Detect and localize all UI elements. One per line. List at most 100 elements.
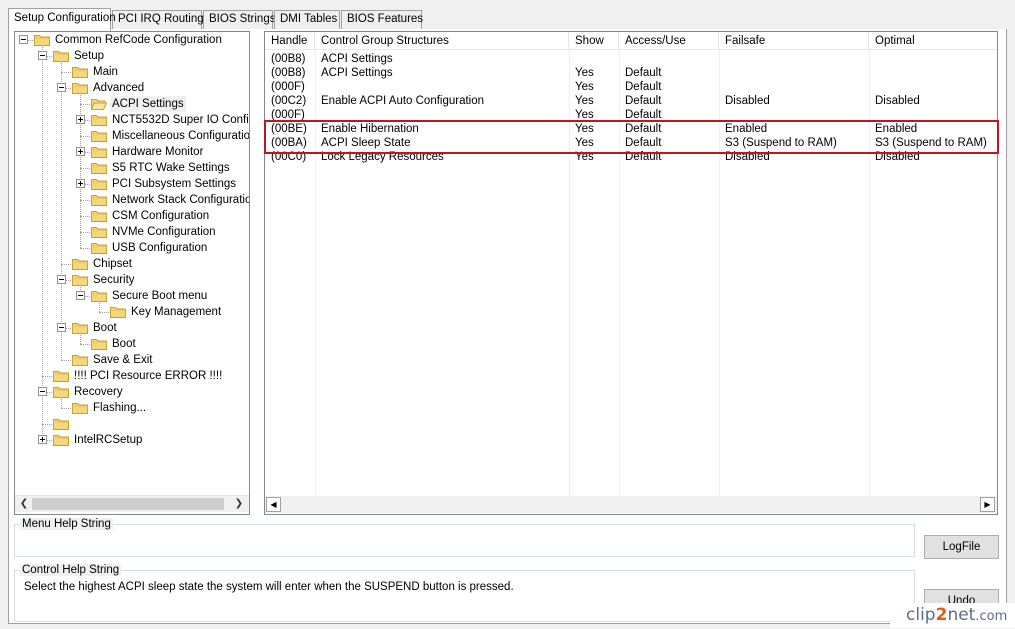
scroll-left-icon[interactable]: ◀ (266, 497, 281, 512)
column-header-show[interactable]: Show (569, 32, 619, 50)
tree-item[interactable]: Recovery (15, 384, 249, 400)
control-help-label: Control Help String (20, 564, 122, 576)
folder-icon (72, 402, 88, 414)
table-row[interactable]: (000F) Yes Default (265, 80, 997, 94)
scroll-thumb[interactable] (32, 498, 224, 510)
tree-item[interactable]: PCI Subsystem Settings (15, 176, 249, 192)
tree-item-label: Key Management (131, 306, 222, 318)
column-header-access-use[interactable]: Access/Use (619, 32, 719, 50)
collapse-minus-icon[interactable] (38, 387, 47, 396)
table-cell (719, 80, 725, 94)
setup-tree[interactable]: Common RefCode Configuration Setup Main Adv… (14, 31, 250, 515)
column-header-optimal[interactable]: Optimal (869, 32, 997, 50)
tree-item-label: Main (93, 66, 118, 78)
table-cell: S3 (Suspend to RAM) (875, 137, 987, 149)
tree-item[interactable]: Advanced (15, 80, 249, 96)
tree-item[interactable]: NVMe Configuration (15, 224, 249, 240)
tree-item[interactable]: S5 RTC Wake Settings (15, 160, 249, 176)
tree-item-label: Boot (93, 322, 117, 334)
tree-item[interactable]: Key Management (15, 304, 249, 320)
tree-item[interactable]: !!!! PCI Resource ERROR !!!! (15, 368, 249, 384)
collapse-minus-icon[interactable] (57, 275, 66, 284)
tree-item[interactable]: Common RefCode Configuration (15, 32, 249, 48)
folder-icon (110, 306, 126, 318)
tree-item[interactable]: NCT5532D Super IO Configu (15, 112, 250, 128)
watermark-part: clip (906, 605, 936, 625)
table-cell (569, 52, 575, 66)
table-cell: Yes (575, 67, 594, 79)
tree-item-label: ACPI Settings (110, 96, 186, 112)
expand-plus-icon[interactable] (76, 115, 85, 124)
tab-bios-strings[interactable]: BIOS Strings (203, 10, 275, 30)
tree-item[interactable]: Main (15, 64, 249, 80)
tab-dmi-tables[interactable]: DMI Tables (274, 10, 340, 30)
tree-item[interactable]: CSM Configuration (15, 208, 249, 224)
collapse-minus-icon[interactable] (76, 291, 85, 300)
logfile-button[interactable]: LogFile (924, 535, 999, 559)
table-cell (869, 52, 875, 66)
control-help-group (14, 570, 915, 622)
table-row[interactable]: (00C2) Enable ACPI Auto Configuration Yes D… (265, 94, 997, 108)
tree-item[interactable]: Boot (15, 320, 249, 336)
table-cell: (00C0) (271, 151, 307, 163)
tree-item-label: CSM Configuration (112, 210, 210, 222)
tree-item[interactable]: Miscellaneous Configuration (15, 128, 249, 144)
tree-item[interactable]: Save & Exit (15, 352, 249, 368)
tree-item-label: Network Stack Configuration (112, 194, 250, 206)
tree-item[interactable] (15, 416, 249, 432)
table-row[interactable]: (00BE) Enable Hibernation Yes Default Enable… (265, 122, 997, 136)
folder-icon (72, 82, 88, 94)
tab-pci-irq-routing[interactable]: PCI IRQ Routing (112, 10, 204, 30)
tree-item[interactable]: Network Stack Configuration (15, 192, 250, 208)
expand-plus-icon[interactable] (38, 435, 47, 444)
column-header-control-group[interactable]: Control Group Structures (315, 32, 569, 50)
scroll-left-icon[interactable]: ❮ (18, 498, 30, 510)
tree-item[interactable]: USB Configuration (15, 240, 249, 256)
table-cell: Default (625, 137, 662, 149)
table-cell: Default (625, 95, 662, 107)
collapse-minus-icon[interactable] (19, 35, 28, 44)
collapse-minus-icon[interactable] (57, 83, 66, 92)
clip2net-watermark: clip2net.com (890, 603, 1015, 628)
scroll-right-icon[interactable]: ▶ (980, 497, 995, 512)
tree-item[interactable]: Security (15, 272, 249, 288)
table-cell: Yes (575, 137, 594, 149)
tree-item[interactable]: Flashing... (15, 400, 249, 416)
table-row[interactable]: (00B8) ACPI Settings (265, 52, 997, 66)
tree-item[interactable]: Hardware Monitor (15, 144, 249, 160)
folder-icon (53, 386, 69, 398)
grid-horizontal-scrollbar[interactable]: ◀ ▶ (265, 496, 997, 513)
table-cell (869, 66, 875, 80)
tree-item[interactable]: IntelRCSetup (15, 432, 249, 448)
expand-plus-icon[interactable] (76, 147, 85, 156)
table-row[interactable]: (000F) Yes Default (265, 108, 997, 122)
tree-item-label: NCT5532D Super IO Configu (112, 114, 250, 126)
table-row[interactable]: (00BA) ACPI Sleep State Yes Default S3 (Susp… (265, 136, 997, 150)
table-cell: ACPI Settings (321, 67, 393, 79)
folder-icon (72, 354, 88, 366)
tree-item[interactable]: Secure Boot menu (15, 288, 249, 304)
table-cell: Default (625, 151, 662, 163)
tree-horizontal-scrollbar[interactable]: ❮ ❯ (15, 495, 249, 512)
expand-plus-icon[interactable] (76, 179, 85, 188)
column-header-failsafe[interactable]: Failsafe (719, 32, 869, 50)
table-cell: Yes (575, 95, 594, 107)
column-header-handle[interactable]: Handle (265, 32, 315, 50)
table-row[interactable]: (00C0) Lock Legacy Resources Yes Default Dis… (265, 150, 997, 164)
collapse-minus-icon[interactable] (57, 323, 66, 332)
table-row[interactable]: (00B8) ACPI Settings Yes Default (265, 66, 997, 80)
collapse-minus-icon[interactable] (38, 51, 47, 60)
table-cell: Disabled (725, 95, 770, 107)
tree-item[interactable]: Setup (15, 48, 249, 64)
tab-setup-configuration[interactable]: Setup Configuration (8, 8, 116, 31)
tree-item[interactable]: ACPI Settings (15, 96, 249, 112)
folder-icon (91, 130, 107, 142)
tree-item[interactable]: Chipset (15, 256, 249, 272)
table-cell: Enable Hibernation (321, 123, 419, 135)
table-cell: Default (625, 109, 662, 121)
tree-item[interactable]: Boot (15, 336, 249, 352)
tab-bios-features[interactable]: BIOS Features (341, 10, 423, 30)
scroll-right-icon[interactable]: ❯ (233, 498, 245, 510)
folder-icon (53, 370, 69, 382)
folder-icon (91, 290, 107, 302)
